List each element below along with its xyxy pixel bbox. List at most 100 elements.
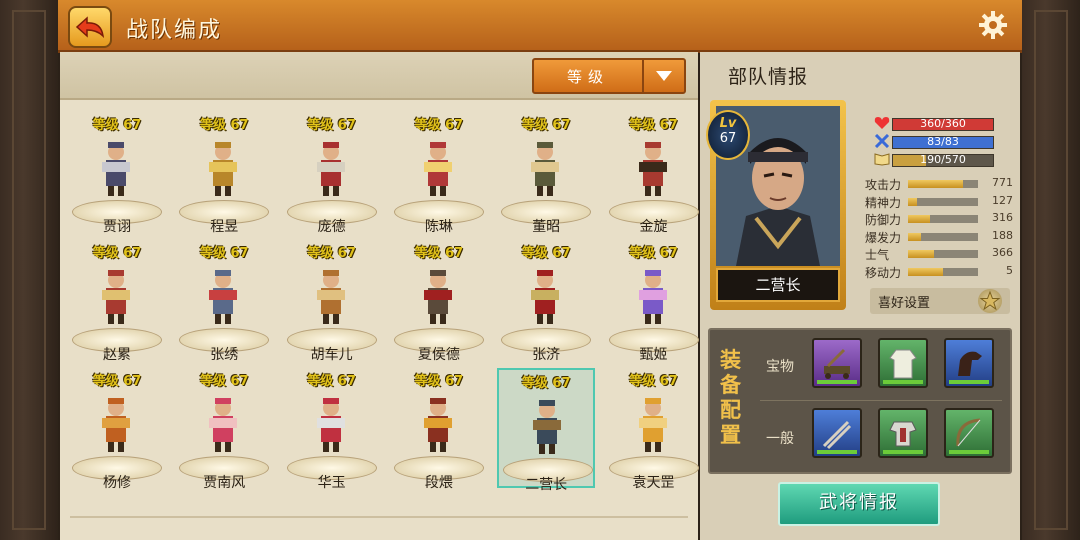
equipment-slot[interactable] — [944, 338, 994, 388]
general-name: 陈琳 — [424, 219, 453, 235]
general-name: 赵累 — [103, 347, 131, 363]
general-name: 华玉 — [317, 475, 346, 491]
general-level: 等级 67 — [414, 118, 464, 133]
general-name: 二营长 — [525, 477, 568, 493]
right-frame — [1022, 0, 1080, 540]
general-name: 程昱 — [210, 219, 239, 235]
equipment-slot[interactable] — [812, 408, 862, 458]
general-card[interactable]: 等级 67 夏侯德 — [390, 240, 488, 363]
sort-bar: 等级 — [60, 52, 698, 100]
normal-label: 一般 — [766, 431, 794, 447]
attribute-label: 精神力 — [865, 195, 902, 210]
general-sprite-icon — [316, 270, 345, 324]
mp-row: 83/83 — [874, 134, 1004, 149]
general-sprite-icon — [423, 142, 452, 196]
settings-gear-icon[interactable] — [978, 10, 1008, 40]
general-sprite-icon — [531, 142, 560, 196]
general-sprite-icon — [533, 400, 562, 454]
attribute-bar — [908, 250, 978, 259]
attribute-label: 防御力 — [865, 213, 902, 228]
general-card[interactable]: 等级 67 胡车儿 — [283, 240, 381, 363]
equipment-slot[interactable] — [812, 338, 862, 388]
general-level: 等级 67 — [199, 246, 249, 261]
general-card[interactable]: 等级 67 甄姬 — [605, 240, 703, 363]
attribute-row: 移动力 5 — [865, 264, 1013, 280]
robe-icon — [889, 349, 917, 379]
equipment-slot[interactable] — [878, 408, 928, 458]
hp-text: 360/360 — [920, 117, 966, 130]
general-card[interactable]: 等级 67 陈琳 — [390, 112, 488, 235]
general-info-button[interactable]: 武将情报 — [778, 482, 940, 526]
general-level: 等级 67 — [307, 374, 356, 389]
attribute-label: 移动力 — [865, 266, 902, 280]
sort-label: 等级 — [566, 68, 609, 86]
attribute-label: 士气 — [865, 248, 890, 263]
general-name: 段煨 — [424, 475, 453, 491]
attribute-row: 士气 366 — [865, 246, 1013, 262]
general-card[interactable]: 等级 67 贾诩 — [68, 112, 166, 235]
sort-dropdown[interactable]: 等级 — [532, 58, 686, 94]
page-title: 战队编成 — [126, 18, 223, 43]
attribute-value: 366 — [992, 246, 1013, 260]
attribute-label: 攻击力 — [865, 178, 902, 192]
general-name: 夏侯德 — [417, 347, 460, 363]
general-card[interactable]: 等级 67 金旋 — [605, 112, 703, 235]
general-level: 等级 67 — [92, 118, 142, 133]
general-card[interactable]: 等级 67 二营长 — [497, 368, 596, 493]
general-level: 等级 67 — [629, 374, 678, 389]
heart-icon — [874, 117, 890, 129]
general-card[interactable]: 等级 67 贾南风 — [175, 368, 273, 491]
general-level: 等级 67 — [414, 374, 464, 389]
attribute-label: 爆发力 — [865, 230, 902, 245]
attribute-value: 316 — [992, 211, 1013, 225]
general-level: 等级 67 — [521, 118, 571, 133]
general-name: 贾南风 — [203, 475, 246, 491]
star-icon — [978, 289, 1002, 313]
general-card[interactable]: 等级 67 华玉 — [283, 368, 381, 491]
back-arrow-icon — [75, 16, 105, 38]
portrait-name: 二营长 — [716, 268, 840, 302]
general-card[interactable]: 等级 67 张济 — [497, 240, 595, 363]
hp-row: 360/360 — [874, 116, 1004, 131]
treasure-label: 宝物 — [766, 359, 794, 375]
general-card[interactable]: 等级 67 程昱 — [175, 112, 273, 235]
preference-settings-button[interactable]: 喜好设置 — [870, 288, 1010, 314]
armor-icon — [889, 421, 917, 447]
general-sprite-icon — [209, 398, 238, 452]
general-card[interactable]: 等级 67 赵累 — [68, 240, 166, 363]
general-sprite-icon — [316, 142, 345, 196]
equipment-panel: 装 备 配 置 宝物 一般 — [708, 328, 1012, 474]
general-sprite-icon — [423, 270, 452, 324]
attribute-value: 127 — [992, 193, 1013, 207]
left-frame — [0, 0, 58, 540]
general-card[interactable]: 等级 67 董昭 — [497, 112, 595, 235]
general-card[interactable]: 等级 67 段煨 — [390, 368, 488, 491]
general-sprite-icon — [638, 142, 667, 196]
exp-text: 190/570 — [920, 153, 966, 166]
general-sprite-icon — [209, 142, 238, 196]
general-level: 等级 67 — [521, 376, 571, 391]
general-card[interactable]: 等级 67 杨修 — [68, 368, 166, 491]
back-button[interactable] — [68, 6, 112, 48]
general-card[interactable]: 等级 67 袁天罡 — [605, 368, 703, 491]
horse-icon — [958, 351, 982, 376]
general-level: 等级 67 — [92, 246, 142, 261]
attribute-bar — [908, 215, 978, 224]
preference-label: 喜好设置 — [878, 296, 931, 311]
equipment-slot[interactable] — [878, 338, 928, 388]
equipment-slot[interactable] — [944, 408, 994, 458]
general-card[interactable]: 等级 67 张绣 — [175, 240, 273, 363]
general-sprite-icon — [638, 398, 667, 452]
attribute-row: 防御力 316 — [865, 211, 1013, 227]
general-level: 等级 67 — [521, 246, 571, 261]
attribute-value: 5 — [1006, 264, 1013, 277]
general-sprite-icon — [102, 142, 130, 196]
attribute-bar — [908, 232, 978, 241]
attribute-row: 爆发力 188 — [865, 229, 1013, 245]
equipment-divider — [760, 400, 1002, 401]
general-sprite-icon — [316, 398, 345, 452]
attribute-value: 771 — [992, 176, 1013, 189]
general-level: 等级 67 — [199, 118, 249, 133]
general-card[interactable]: 等级 67 庞德 — [283, 112, 381, 235]
level-value: 67 — [719, 131, 737, 146]
